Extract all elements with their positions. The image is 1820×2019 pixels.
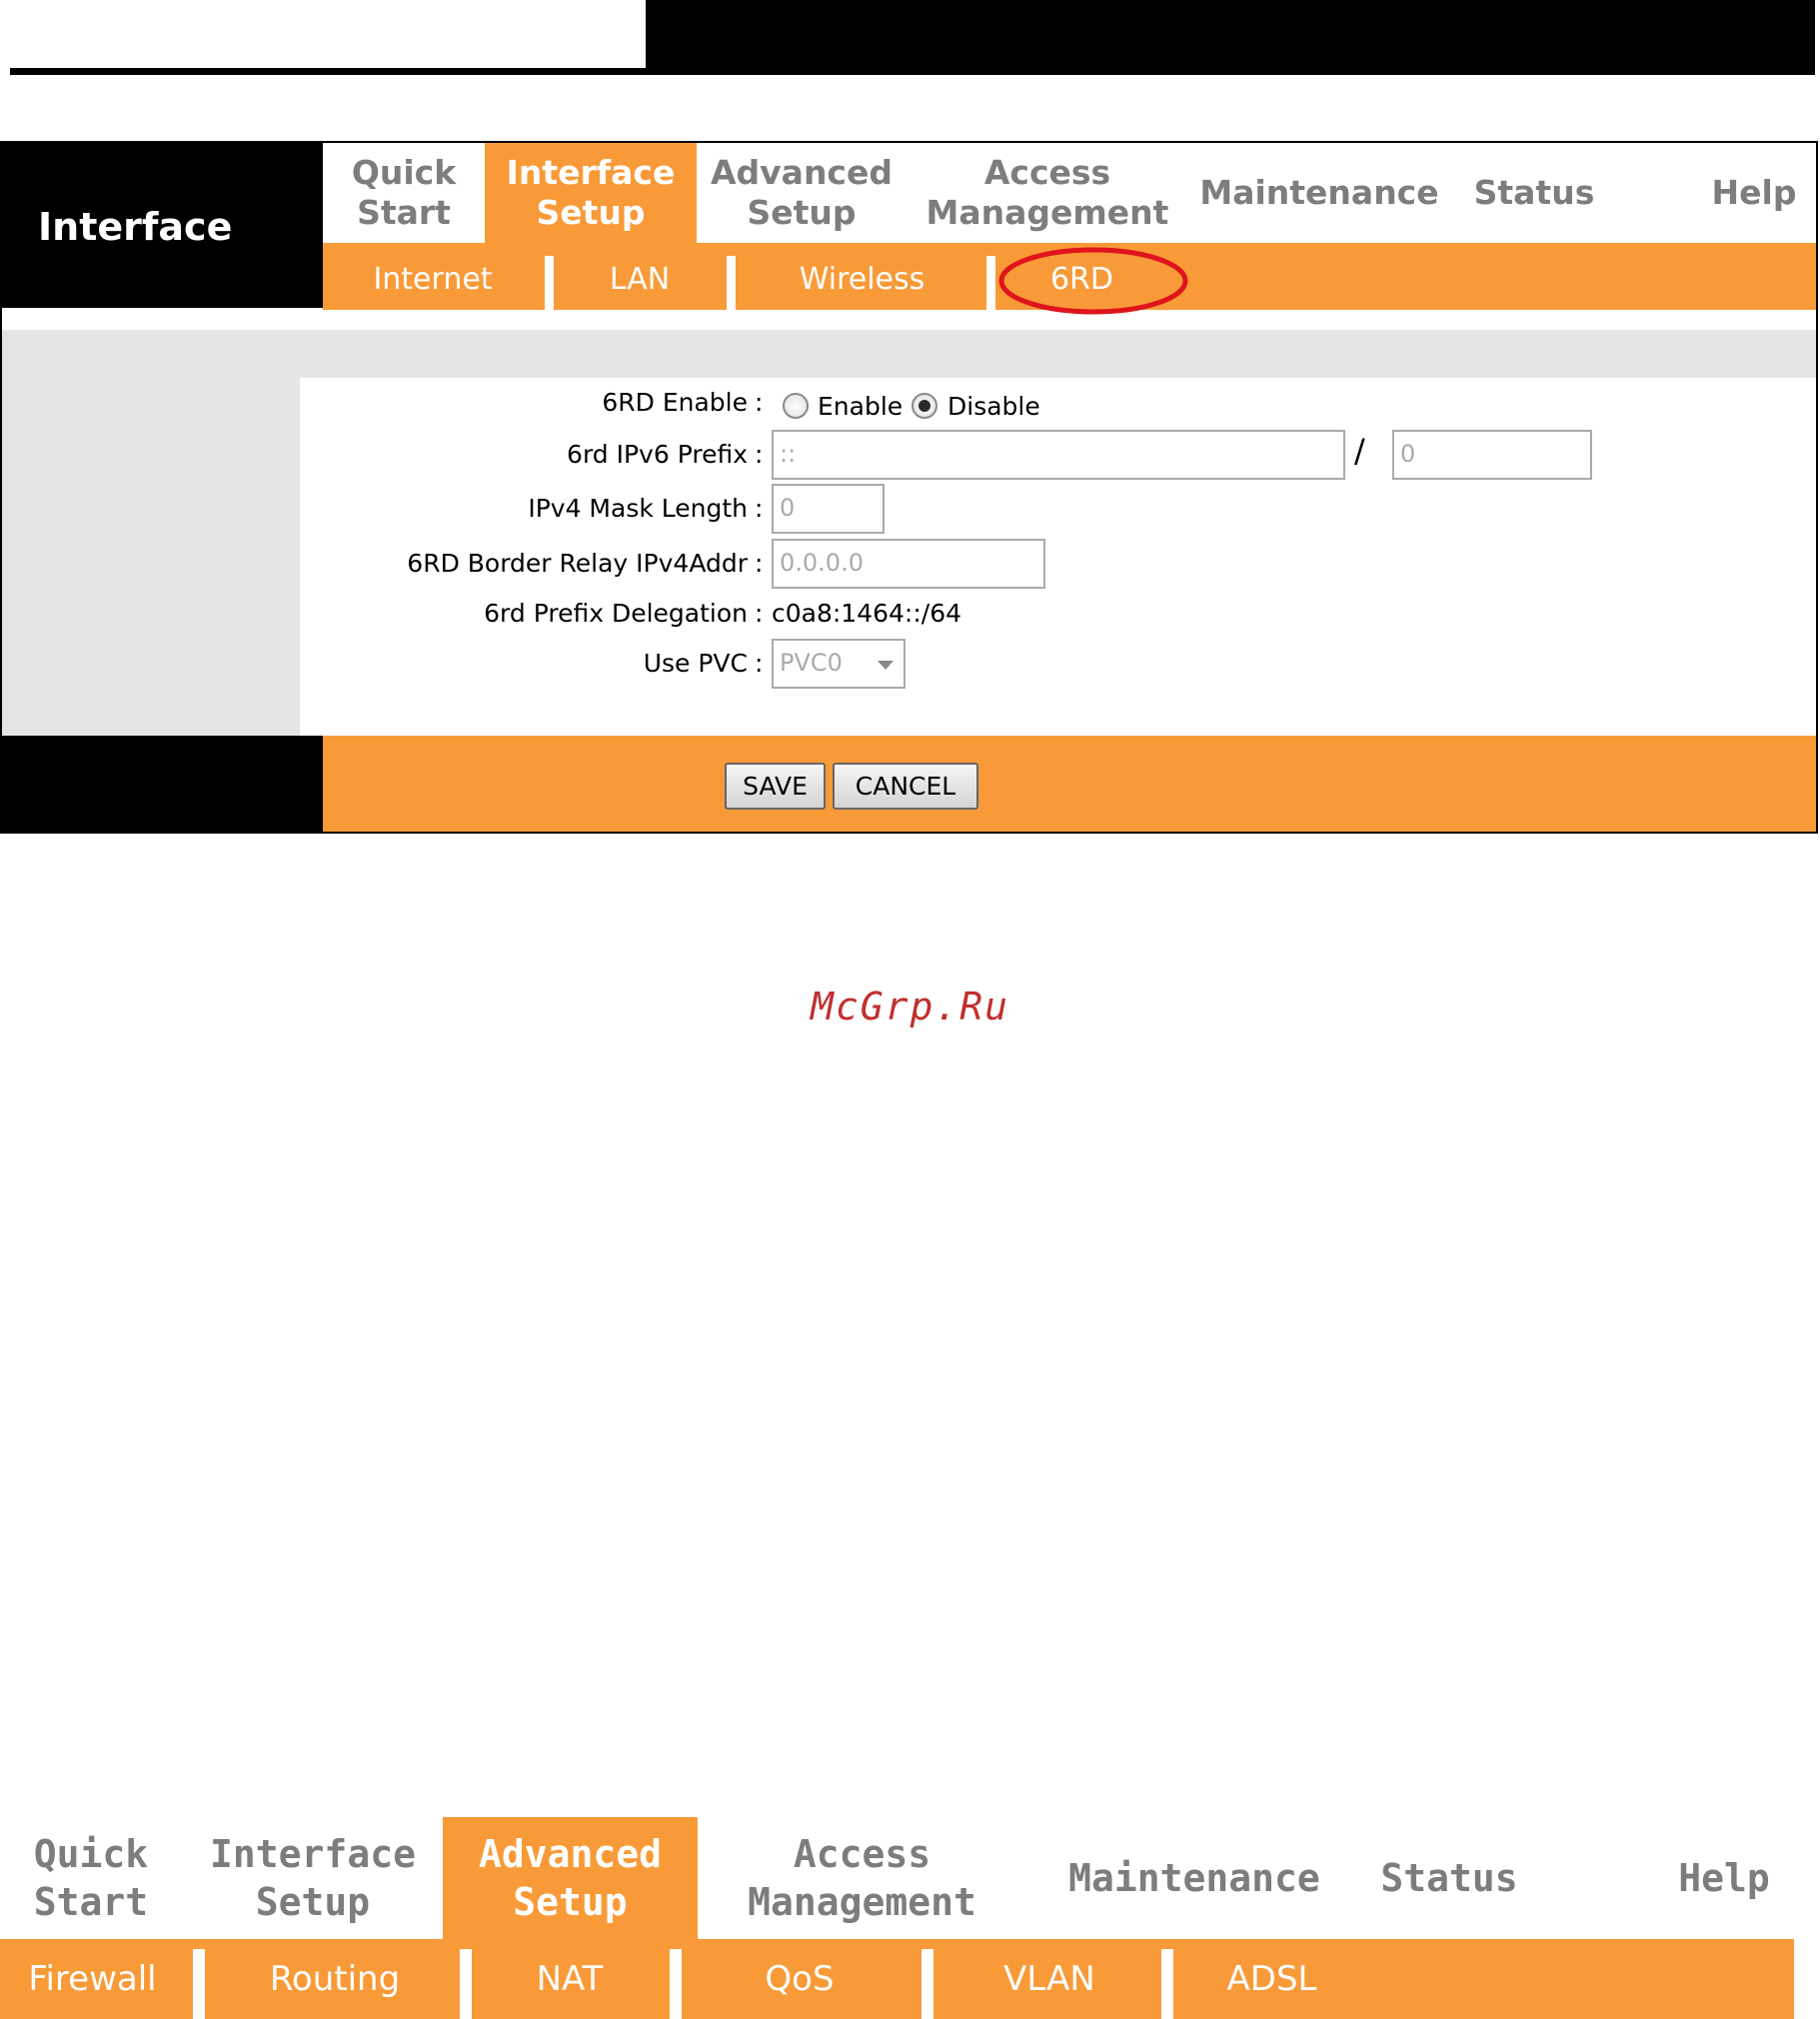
subnav-adsl[interactable]: ADSL [1184,1939,1359,2019]
colon: : [755,549,764,578]
colon: : [755,599,764,628]
nav-quick-start[interactable]: Quick Start [323,143,485,243]
colon: : [755,388,764,417]
prefix-input[interactable]: :: [772,430,1345,480]
page-header-rule [10,68,650,75]
label-ipv4-mask-length: IPv4 Mask Length [528,494,748,523]
subnav-lan[interactable]: LAN [560,249,720,309]
save-button[interactable]: SAVE [725,763,826,810]
nav-advanced-setup[interactable]: Advanced Setup [697,143,907,243]
chevron-down-icon [878,661,894,670]
nav2-maintenance[interactable]: Maintenance [1049,1817,1339,1939]
pvc-select-value: PVC0 [780,649,843,677]
colon: : [755,649,764,678]
nav2-interface-setup[interactable]: Interface Setup [200,1817,426,1939]
page-header-bar [646,0,1815,75]
label-6rd-enable: 6RD Enable [602,388,748,417]
nav2-quick-start[interactable]: Quick Start [0,1817,182,1939]
colon: : [755,494,764,523]
subnav-separator [193,1949,205,2019]
label-6rd-ipv6-prefix: 6rd IPv6 Prefix [567,440,748,469]
subnav-separator [1161,1949,1173,2019]
colon: : [755,440,764,469]
subnav-nat[interactable]: NAT [480,1939,660,2019]
content-left-band [2,378,300,736]
nav2-status[interactable]: Status [1374,1817,1524,1939]
subnav-separator [460,1949,472,2019]
subnav-separator [545,256,554,310]
radio-disable-label: Disable [947,392,1040,421]
section-title: Interface [38,205,233,249]
border-relay-input[interactable]: 0.0.0.0 [772,539,1045,589]
prefix-delegation-value: c0a8:1464::/64 [772,599,962,628]
nav-access-management[interactable]: Access Management [926,143,1169,243]
label-prefix-delegation: 6rd Prefix Delegation [484,599,748,628]
subnav-separator [921,1949,933,2019]
subnav-vlan[interactable]: VLAN [939,1939,1159,2019]
radio-disable[interactable] [911,393,937,419]
subnav-internet[interactable]: Internet [338,249,528,309]
footer-left-block [2,736,323,832]
radio-enable-label: Enable [818,392,904,421]
nav-help[interactable]: Help [1699,143,1809,243]
nav-interface-setup[interactable]: Interface Setup [485,143,697,243]
mask-length-input[interactable]: 0 [772,484,885,534]
nav-maintenance[interactable]: Maintenance [1199,143,1439,243]
nav2-access-management[interactable]: Access Management [715,1817,1009,1939]
label-border-relay: 6RD Border Relay IPv4Addr [407,549,748,578]
cancel-button[interactable]: CANCEL [833,763,978,810]
subnav-separator [727,256,736,310]
subnav-wireless[interactable]: Wireless [745,249,979,309]
watermark: McGrp.Ru [810,985,1010,1028]
highlight-circle [998,247,1188,315]
prefix-slash: / [1354,432,1365,470]
subnav-separator [986,256,995,310]
pvc-select[interactable]: PVC0 [772,639,906,689]
label-use-pvc: Use PVC [643,649,748,678]
content-top-band [2,330,1816,378]
section-title-block: Interface [2,143,323,308]
prefix-length-input[interactable]: 0 [1392,430,1592,480]
nav-status[interactable]: Status [1469,143,1599,243]
nav2-advanced-setup[interactable]: Advanced Setup [443,1817,698,1939]
radio-enable[interactable] [783,393,809,419]
footer-bar [323,736,1816,832]
nav2-help[interactable]: Help [1659,1817,1789,1939]
subnav-separator [670,1949,682,2019]
subnav-routing[interactable]: Routing [215,1939,455,2019]
subnav-qos[interactable]: QoS [690,1939,910,2019]
subnav-firewall[interactable]: Firewall [0,1939,185,2019]
